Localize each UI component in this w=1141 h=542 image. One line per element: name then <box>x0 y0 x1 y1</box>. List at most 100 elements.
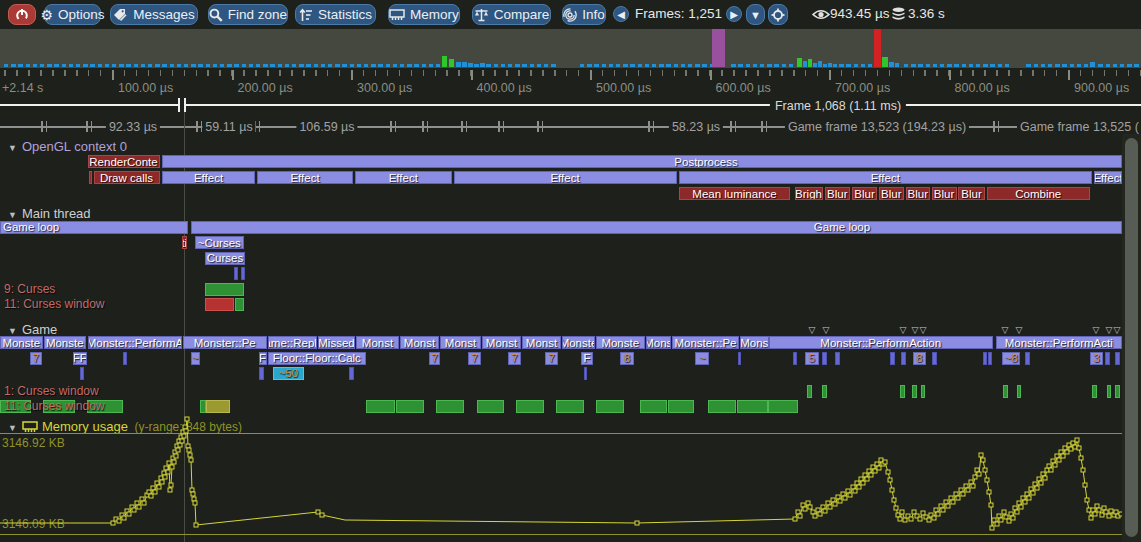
zone[interactable] <box>900 385 905 398</box>
zone[interactable]: Mons <box>740 336 769 349</box>
thread-header-opengl-context-0[interactable]: ▼OpenGL context 0 <box>8 139 127 154</box>
zone[interactable] <box>793 352 797 365</box>
zone[interactable] <box>477 400 505 413</box>
zone[interactable] <box>80 367 84 380</box>
zone[interactable]: RenderConte <box>88 155 160 168</box>
zone[interactable] <box>205 283 244 296</box>
zone[interactable] <box>1017 385 1022 398</box>
zone[interactable] <box>668 400 695 413</box>
frame-histogram[interactable] <box>0 29 1141 68</box>
zone[interactable]: Monste <box>596 336 645 349</box>
zone[interactable]: Draw calls <box>94 171 160 184</box>
zone[interactable]: Missed <box>318 336 355 349</box>
info-button[interactable]: Info <box>562 4 606 25</box>
zone[interactable] <box>234 267 238 280</box>
zone[interactable]: 5 <box>805 352 819 365</box>
zone[interactable]: Monster::Pe <box>183 336 267 349</box>
zone[interactable]: Mean luminance <box>679 187 790 200</box>
zone[interactable]: Game loop <box>191 221 1123 234</box>
zone[interactable]: Blur <box>958 187 985 200</box>
zone[interactable] <box>807 385 812 398</box>
zone[interactable]: ~50 <box>273 367 305 380</box>
next-frame-button[interactable]: ▶ <box>726 6 742 22</box>
zone[interactable]: FF <box>73 352 88 365</box>
zone[interactable] <box>822 385 827 398</box>
zone[interactable] <box>768 400 798 413</box>
zone[interactable]: Monst <box>400 336 439 349</box>
memory-button[interactable]: Memory <box>388 4 460 25</box>
zoom-out-button[interactable]: ▼ <box>746 4 765 25</box>
zone[interactable] <box>890 352 895 365</box>
zone[interactable] <box>1107 385 1112 398</box>
power-button[interactable] <box>8 4 36 25</box>
zone[interactable]: ~Curses <box>195 236 244 249</box>
zone[interactable]: Monster::PerformActi <box>996 336 1123 349</box>
zone[interactable]: Effect <box>1094 171 1122 184</box>
zone[interactable] <box>822 352 827 365</box>
zone[interactable]: Monster::Pe <box>672 336 739 349</box>
zone[interactable] <box>584 367 588 380</box>
zone[interactable] <box>708 400 737 413</box>
zone[interactable] <box>396 400 424 413</box>
zone[interactable]: F <box>581 352 593 365</box>
zone[interactable]: Effect <box>454 171 677 184</box>
zone[interactable]: 8 <box>913 352 927 365</box>
zone[interactable]: Monster::PerformA <box>88 336 182 349</box>
zone[interactable]: Monst <box>356 336 399 349</box>
zone[interactable]: 7 <box>30 352 43 365</box>
zone[interactable] <box>983 352 987 365</box>
zone[interactable]: Floor::Floor::Calc <box>268 352 367 365</box>
zone[interactable]: Blur <box>825 187 851 200</box>
zone[interactable]: Monste <box>562 336 595 349</box>
zone[interactable] <box>1003 385 1008 398</box>
zone[interactable]: 7 <box>429 352 440 365</box>
zone[interactable]: Monst <box>482 336 521 349</box>
zone[interactable] <box>901 352 906 365</box>
zone[interactable] <box>737 400 768 413</box>
zone[interactable]: Effect <box>162 171 255 184</box>
zone[interactable] <box>912 385 917 398</box>
scrollbar-thumb[interactable] <box>1125 138 1138 537</box>
zone[interactable] <box>259 367 264 380</box>
goto-frame-button[interactable] <box>768 4 788 25</box>
zone[interactable]: Blur <box>932 187 957 200</box>
zone[interactable] <box>1115 385 1120 398</box>
zone[interactable] <box>206 400 230 413</box>
options-button[interactable]: ⚙ Options <box>44 4 101 25</box>
zone[interactable]: Monst <box>440 336 481 349</box>
zone[interactable]: Brigh <box>795 187 823 200</box>
zone[interactable]: ~ <box>191 352 200 365</box>
zone[interactable] <box>988 352 993 365</box>
compare-button[interactable]: Compare <box>472 4 551 25</box>
statistics-button[interactable]: Statistics <box>295 4 376 25</box>
collapse-icon[interactable]: ▼ <box>8 423 17 433</box>
zone[interactable] <box>205 298 234 311</box>
zone[interactable] <box>738 352 741 365</box>
zone[interactable] <box>241 267 246 280</box>
zone[interactable]: 7 <box>468 352 481 365</box>
zone[interactable] <box>921 385 926 398</box>
zone[interactable]: ti <box>182 236 188 249</box>
zone[interactable]: Effect <box>355 171 452 184</box>
zone[interactable] <box>596 400 624 413</box>
messages-button[interactable]: Messages <box>110 4 198 25</box>
zone[interactable]: Blur <box>906 187 931 200</box>
zone[interactable]: Monste <box>0 336 43 349</box>
thread-header-game[interactable]: ▼Game <box>8 322 57 337</box>
zone[interactable]: 8 <box>620 352 634 365</box>
zone[interactable]: Monst <box>522 336 561 349</box>
zone[interactable]: Blur <box>852 187 877 200</box>
zone[interactable] <box>1025 352 1030 365</box>
zone[interactable]: 3 <box>1090 352 1103 365</box>
zone[interactable] <box>436 400 464 413</box>
zone[interactable] <box>235 298 244 311</box>
zone[interactable] <box>1115 352 1120 365</box>
zone[interactable]: Blur <box>879 187 904 200</box>
zone[interactable]: Monste <box>44 336 87 349</box>
zone[interactable]: ~ <box>695 352 709 365</box>
zone[interactable] <box>640 400 668 413</box>
zone[interactable] <box>1105 352 1110 365</box>
zone[interactable]: F <box>259 352 267 365</box>
zone[interactable] <box>349 367 354 380</box>
collapse-icon[interactable]: ▼ <box>8 143 17 153</box>
